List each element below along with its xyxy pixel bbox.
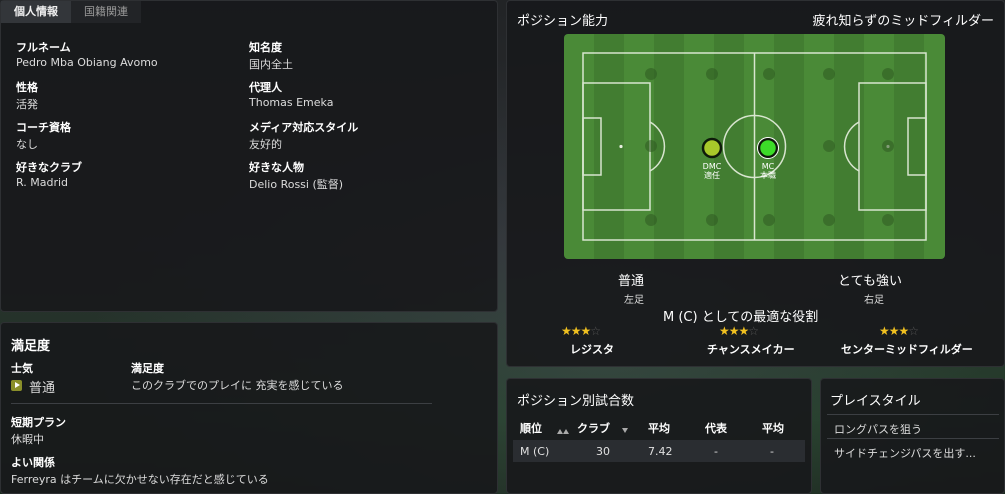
dmc-marker (701, 137, 723, 159)
right-foot-rating: とても強い (838, 274, 902, 289)
morale-value: 普通 (29, 381, 56, 396)
personality-value: 活発 (16, 98, 38, 111)
appearances-title: ポジション別試合数 (517, 394, 635, 409)
left-foot-rating: 普通 (618, 274, 645, 289)
dmc-label: DMC 適任 (702, 162, 722, 180)
role-regista[interactable]: レジスタ (570, 341, 614, 357)
cell-position: M (C) (520, 445, 550, 458)
fame-value: 国内全土 (249, 58, 293, 71)
col-position[interactable]: 順位 (520, 420, 542, 436)
role-rating-stars: ★★★☆ (719, 324, 759, 338)
fullname-value: Pedro Mba Obiang Avomo (16, 56, 158, 69)
club-value[interactable]: R. Madrid (16, 176, 68, 189)
mc-marker (757, 137, 779, 159)
plan-label: 短期プラン (11, 416, 66, 429)
role-chance-maker[interactable]: チャンスメイカー (707, 341, 795, 357)
media-label: メディア対応スタイル (249, 121, 359, 134)
pitch-diagram: DMC 適任 MC 本職 (564, 34, 945, 259)
personality-label: 性格 (16, 81, 38, 94)
personal-info-panel: 個人情報 国籍関連 フルネーム Pedro Mba Obiang Avomo 知… (0, 0, 498, 312)
morale-label: 士気 (11, 362, 33, 375)
cell-club-avg: 7.42 (648, 445, 673, 458)
satisfaction-panel: 満足度 士気 普通 満足度 このクラブでのプレイに 充実を感じている 短期プラン… (0, 322, 498, 494)
plan-value: 休暇中 (11, 433, 44, 446)
col-national[interactable]: 代表 (705, 420, 727, 436)
satisfaction-value: このクラブでのプレイに 充実を感じている (131, 379, 344, 392)
cell-club-apps: 30 (596, 445, 610, 458)
cell-national-apps: - (714, 445, 718, 458)
sort-up-icon[interactable] (557, 424, 569, 437)
best-role-title: M (C) としての最適な役割 (663, 310, 819, 325)
divider (827, 438, 999, 439)
trait-label: 疲れ知らずのミッドフィルダー (812, 14, 994, 29)
playstyle-item[interactable]: ロングパスを狙う (834, 421, 922, 437)
col-club-avg[interactable]: 平均 (648, 420, 670, 436)
col-club[interactable]: クラブ (577, 420, 610, 436)
appearances-panel: ポジション別試合数 順位 クラブ 平均 代表 平均 M (C) 30 7.42 … (506, 378, 812, 494)
cell-national-avg: - (770, 445, 774, 458)
media-value: 友好的 (249, 138, 282, 151)
playstyle-item[interactable]: サイドチェンジパスを出す... (834, 445, 976, 461)
divider (827, 414, 999, 415)
satisfaction-label: 満足度 (131, 362, 164, 375)
agent-value[interactable]: Thomas Emeka (249, 96, 333, 109)
mc-label: MC 本職 (760, 162, 776, 180)
satisfaction-title: 満足度 (11, 339, 51, 354)
relations-value: Ferreyra はチームに欠かせない存在だと感じている (11, 473, 269, 486)
fullname-label: フルネーム (16, 41, 71, 54)
fame-label: 知名度 (249, 41, 282, 54)
col-national-avg[interactable]: 平均 (762, 420, 784, 436)
sort-down-icon[interactable] (622, 423, 628, 436)
left-foot-label: 左足 (624, 295, 644, 306)
role-rating-stars: ★★★☆ (879, 324, 919, 338)
coach-value: なし (16, 138, 38, 151)
person-label: 好きな人物 (249, 161, 304, 174)
role-central-midfielder[interactable]: センターミッドフィルダー (841, 341, 973, 357)
playstyle-panel: プレイスタイル ロングパスを狙う サイドチェンジパスを出す... (820, 378, 1005, 494)
tab-nationality[interactable]: 国籍関連 (71, 1, 141, 23)
tab-bar: 個人情報 国籍関連 (1, 1, 141, 23)
morale-icon (11, 380, 22, 391)
playstyle-title: プレイスタイル (830, 394, 921, 409)
role-rating-stars: ★★★☆ (561, 324, 601, 338)
divider (11, 403, 432, 404)
right-foot-label: 右足 (864, 295, 884, 306)
agent-label: 代理人 (249, 81, 282, 94)
person-value[interactable]: Delio Rossi (監督) (249, 176, 343, 192)
relations-label: よい関係 (11, 456, 55, 469)
pitch-lines (582, 52, 927, 241)
position-ability-title: ポジション能力 (517, 14, 609, 29)
tab-personal-info[interactable]: 個人情報 (1, 1, 71, 23)
coach-label: コーチ資格 (16, 121, 71, 134)
club-label: 好きなクラブ (16, 161, 82, 174)
